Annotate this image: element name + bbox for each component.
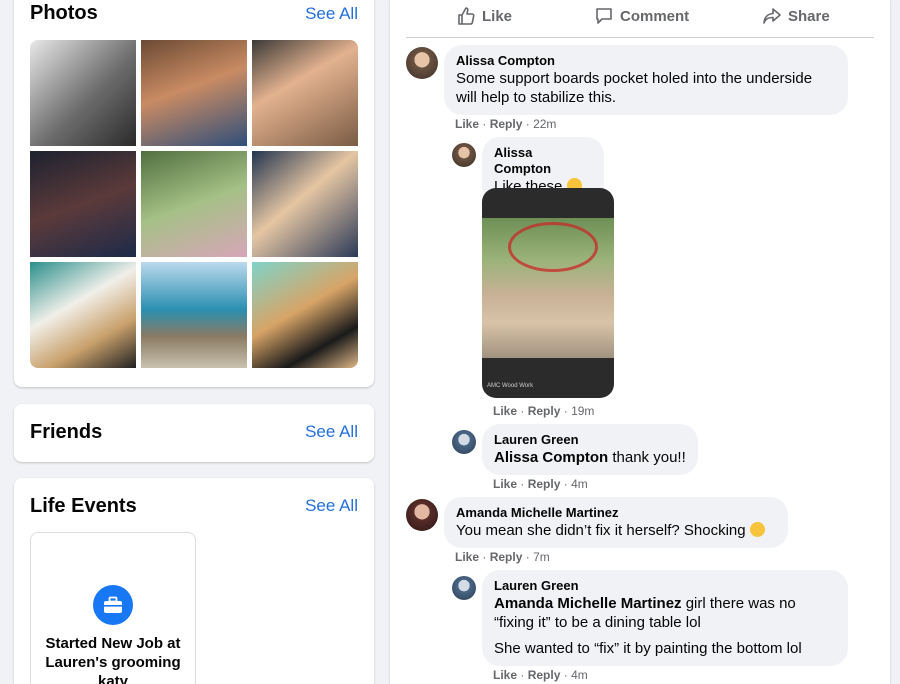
comment-text: “fixing it” to be a dining table lol [494, 614, 701, 631]
commenter-avatar[interactable] [452, 576, 476, 600]
meta-separator: · [563, 668, 568, 682]
meta-separator: · [563, 477, 568, 491]
photo-thumbnail[interactable] [252, 151, 358, 257]
friends-title: Friends [30, 421, 103, 443]
comment-like-link[interactable]: Like [493, 404, 517, 418]
photo-thumbnail[interactable] [141, 151, 247, 257]
thumbs-up-icon [458, 7, 475, 25]
post-action-bar: Like Comment Share [406, 0, 874, 38]
comment-icon [596, 8, 612, 24]
comment-time[interactable]: 22m [533, 117, 556, 131]
comment-author[interactable]: Alissa Compton [456, 53, 836, 69]
meta-separator: · [482, 550, 487, 564]
like-button[interactable]: Like [456, 6, 512, 26]
comment-like-link[interactable]: Like [455, 117, 479, 131]
comment-time[interactable]: 19m [571, 404, 594, 418]
friends-card: Friends See All [14, 404, 374, 462]
life-events-card: Life Events See All Started New Job at L… [14, 478, 374, 684]
comment-reply-link[interactable]: Reply [528, 477, 561, 491]
comment-meta: Like · Reply · 7m [455, 550, 550, 564]
post-card: Like Comment Share Alissa Compton Some s… [390, 0, 890, 684]
meta-separator: · [520, 477, 525, 491]
comment-button-label: Comment [620, 7, 690, 25]
life-event-text: Started New Job at Lauren's grooming kat… [45, 635, 181, 684]
comment-like-link[interactable]: Like [493, 668, 517, 682]
comment-time[interactable]: 4m [571, 477, 588, 491]
comment-bubble: Lauren Green Amanda Michelle Martinez gi… [482, 570, 848, 666]
comment-text: thank you!! [612, 449, 686, 466]
comment-text: girl there was no [685, 595, 796, 612]
life-events-title: Life Events [30, 495, 137, 517]
comment-author[interactable]: Lauren Green [494, 432, 686, 448]
comment-image-attachment[interactable]: AMC Wood Work [482, 188, 614, 398]
like-button-label: Like [482, 7, 513, 25]
comment-text-row: Amanda Michelle Martinez girl there was … [494, 594, 836, 613]
meta-separator: · [520, 404, 525, 418]
comment-reply-link[interactable]: Reply [490, 117, 523, 131]
meta-separator: · [520, 668, 525, 682]
share-button-label: Share [788, 7, 830, 25]
image-caption: AMC Wood Work [487, 383, 534, 389]
meta-separator: · [525, 550, 530, 564]
comment-reply-link[interactable]: Reply [528, 668, 561, 682]
meta-separator: · [482, 117, 487, 131]
share-icon [763, 8, 781, 24]
comment-reply-link[interactable]: Reply [528, 404, 561, 418]
commenter-avatar[interactable] [406, 47, 438, 79]
comment-author[interactable]: Amanda Michelle Martinez [456, 505, 776, 521]
comment-bubble: Alissa Compton Some support boards pocke… [444, 45, 848, 115]
comment-text: You mean she didn’t fix it herself? Shoc… [456, 522, 746, 539]
photos-card: Photos See All [14, 0, 374, 387]
comment-text: Some support boards pocket holed into th… [456, 70, 813, 106]
commenter-avatar[interactable] [452, 430, 476, 454]
photos-see-all-link[interactable]: See All [305, 4, 358, 24]
life-events-see-all-link[interactable]: See All [305, 496, 358, 516]
photo-thumbnail[interactable] [141, 262, 247, 368]
friends-see-all-link[interactable]: See All [305, 422, 358, 442]
comment-meta: Like · Reply · 22m [455, 117, 556, 131]
photo-grid [30, 40, 358, 368]
comment-time[interactable]: 7m [533, 550, 550, 564]
briefcase-icon [93, 585, 133, 625]
comment-author[interactable]: Alissa Compton [494, 145, 592, 177]
comment-meta: Like · Reply · 19m [493, 404, 594, 418]
comment-text-row: You mean she didn’t fix it herself? Shoc… [456, 521, 776, 540]
meta-separator: · [563, 404, 568, 418]
share-button[interactable]: Share [762, 6, 830, 26]
photos-title: Photos [30, 2, 98, 24]
photo-thumbnail[interactable] [252, 40, 358, 146]
laughing-emoji-icon [749, 522, 765, 537]
photo-thumbnail[interactable] [252, 262, 358, 368]
commenter-avatar[interactable] [452, 143, 476, 167]
photo-thumbnail[interactable] [30, 40, 136, 146]
comment-like-link[interactable]: Like [493, 477, 517, 491]
photo-thumbnail[interactable] [30, 262, 136, 368]
comment-mention[interactable]: Alissa Compton [494, 449, 608, 466]
commenter-avatar[interactable] [406, 499, 438, 531]
photo-thumbnail[interactable] [141, 40, 247, 146]
comment-bubble: Lauren Green Alissa Compton thank you!! [482, 424, 698, 475]
comment-like-link[interactable]: Like [455, 550, 479, 564]
comment-mention[interactable]: Amanda Michelle Martinez [494, 595, 682, 612]
meta-separator: · [525, 117, 530, 131]
comment-bubble: Amanda Michelle Martinez You mean she di… [444, 497, 788, 548]
comment-time[interactable]: 4m [571, 668, 588, 682]
comment-meta: Like · Reply · 4m [493, 477, 588, 491]
comment-meta: Like · Reply · 4m [493, 668, 588, 682]
comment-text-row: Alissa Compton thank you!! [494, 448, 686, 467]
highlight-circle [508, 222, 598, 272]
photo-thumbnail[interactable] [30, 151, 136, 257]
comment-button[interactable]: Comment [594, 6, 689, 26]
comment-author[interactable]: Lauren Green [494, 578, 836, 594]
comment-text: She wanted to “fix” it by painting the b… [494, 640, 802, 657]
life-event-tile[interactable]: Started New Job at Lauren's grooming kat… [30, 532, 196, 684]
comment-reply-link[interactable]: Reply [490, 550, 523, 564]
